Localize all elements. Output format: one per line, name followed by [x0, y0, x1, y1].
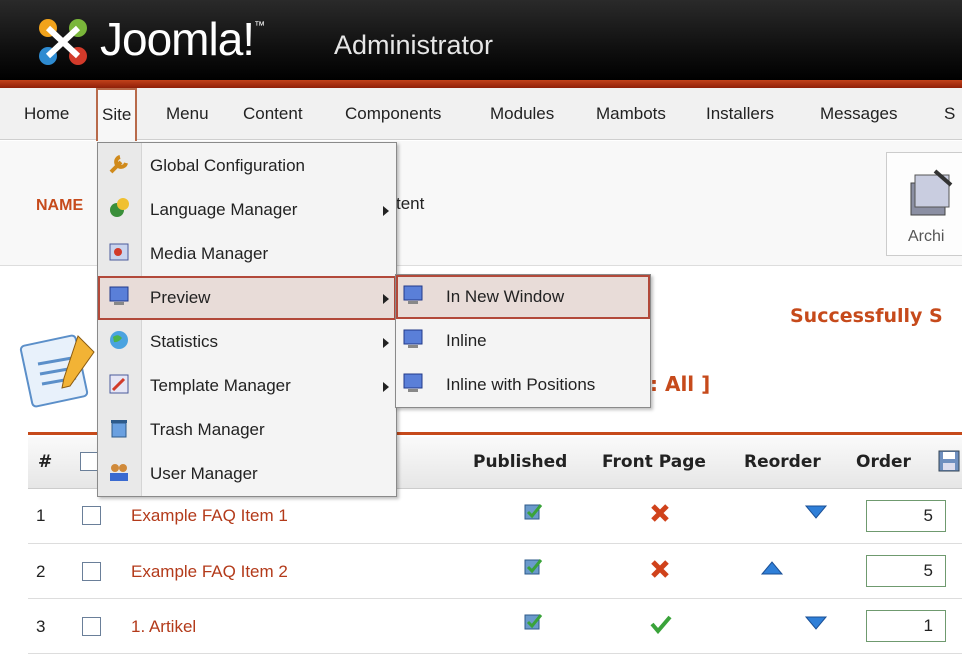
submenu-item-label: In New Window [446, 287, 565, 306]
save-order-icon[interactable] [938, 450, 960, 472]
order-input[interactable]: 1 [866, 610, 946, 642]
menu-site[interactable]: Site [96, 88, 138, 142]
submenu-item-label: Inline [446, 331, 487, 350]
row-title-link[interactable]: Example FAQ Item 1 [131, 506, 288, 526]
globe-icon [110, 331, 128, 349]
header-accent-bar [0, 80, 962, 88]
menu-item-language-manager[interactable]: Language Manager [98, 188, 396, 232]
front-page-no-icon[interactable] [650, 503, 670, 523]
menu-item-label: Global Configuration [150, 156, 305, 175]
joomla-logo-icon [39, 19, 87, 65]
row-number: 3 [36, 617, 46, 636]
row-title-link[interactable]: Example FAQ Item 2 [131, 562, 288, 582]
submenu-item-inline[interactable]: Inline [396, 319, 650, 363]
menu-mambots[interactable]: Mambots [592, 88, 670, 140]
monitor-icon [403, 373, 423, 392]
menu-home[interactable]: Home [20, 88, 73, 140]
header-subtitle: Administrator [334, 30, 494, 60]
submenu-item-inline-with-positions[interactable]: Inline with Positions [396, 363, 650, 407]
wrench-icon [109, 155, 128, 174]
row-number: 1 [36, 506, 46, 525]
front-page-no-icon[interactable] [650, 559, 670, 579]
app-header: Joomla!™ Administrator [0, 0, 962, 80]
move-down-icon[interactable] [804, 504, 828, 520]
menu-item-trash-manager[interactable]: Trash Manager [98, 408, 396, 452]
menu-modules[interactable]: Modules [486, 88, 558, 140]
section-filter-title: : All ] [650, 372, 711, 396]
users-icon [110, 464, 128, 481]
language-icon [110, 198, 129, 217]
submenu-arrow-icon [383, 338, 389, 348]
menu-item-statistics[interactable]: Statistics [98, 320, 396, 364]
menu-item-label: Preview [150, 288, 211, 307]
row-checkbox[interactable] [82, 617, 101, 636]
menu-item-media-manager[interactable]: Media Manager [98, 232, 396, 276]
menu-menu[interactable]: Menu [162, 88, 213, 140]
front-page-yes-icon[interactable] [650, 614, 672, 634]
header-published[interactable]: Published [473, 452, 567, 472]
menu-truncated[interactable]: S [940, 88, 959, 140]
move-up-icon[interactable] [760, 560, 784, 576]
row-number: 2 [36, 562, 46, 581]
menu-item-label: Media Manager [150, 244, 269, 263]
archive-label: Archi [908, 228, 945, 245]
menu-item-user-manager[interactable]: User Manager [98, 452, 396, 496]
monitor-icon [403, 285, 423, 304]
order-input[interactable]: 5 [866, 555, 946, 587]
menu-item-label: Statistics [150, 332, 219, 351]
submenu-arrow-icon [383, 382, 389, 392]
menu-item-global-configuration[interactable]: Global Configuration [98, 144, 396, 188]
row-checkbox[interactable] [82, 562, 101, 581]
submenu-item-in-new-window[interactable]: In New Window [396, 275, 650, 319]
content-fragment: tent [396, 194, 425, 213]
logo-text: Joomla!™ [100, 13, 265, 65]
name-label: NAME [36, 197, 84, 214]
row-title-link[interactable]: 1. Artikel [131, 617, 196, 637]
header-number: # [38, 452, 53, 472]
menu-components[interactable]: Components [341, 88, 445, 140]
order-input[interactable]: 5 [866, 500, 946, 532]
menu-item-label: Trash Manager [150, 420, 265, 439]
menu-item-label: User Manager [150, 464, 258, 483]
template-icon [109, 374, 129, 394]
submenu-arrow-icon [383, 294, 389, 304]
header-front-page[interactable]: Front Page [602, 452, 706, 472]
menu-item-label: Language Manager [150, 200, 298, 219]
success-message: Successfully S [790, 305, 943, 327]
published-icon[interactable] [522, 557, 544, 577]
menu-content[interactable]: Content [239, 88, 307, 140]
menu-messages[interactable]: Messages [816, 88, 901, 140]
menu-installers[interactable]: Installers [702, 88, 778, 140]
published-icon[interactable] [522, 502, 544, 522]
preview-submenu: In New Window Inline Inline with Positio… [395, 274, 651, 408]
submenu-item-label: Inline with Positions [446, 375, 596, 394]
header-reorder[interactable]: Reorder [744, 452, 821, 472]
menu-item-preview[interactable]: Preview [98, 276, 396, 320]
content-page-icon [19, 334, 95, 408]
archive-icon [910, 169, 953, 216]
main-menubar: Home Site Menu Content Components Module… [0, 88, 962, 142]
published-icon[interactable] [522, 612, 544, 632]
monitor-icon [403, 329, 423, 348]
row-checkbox[interactable] [82, 506, 101, 525]
trash-icon [111, 420, 127, 438]
submenu-arrow-icon [383, 206, 389, 216]
header-order[interactable]: Order [856, 452, 911, 472]
menu-item-label: Template Manager [150, 376, 291, 395]
media-icon [109, 243, 129, 261]
monitor-icon [109, 286, 129, 305]
menu-item-template-manager[interactable]: Template Manager [98, 364, 396, 408]
move-down-icon[interactable] [804, 615, 828, 631]
site-menu-dropdown: Global Configuration Language Manager Me… [97, 142, 397, 497]
